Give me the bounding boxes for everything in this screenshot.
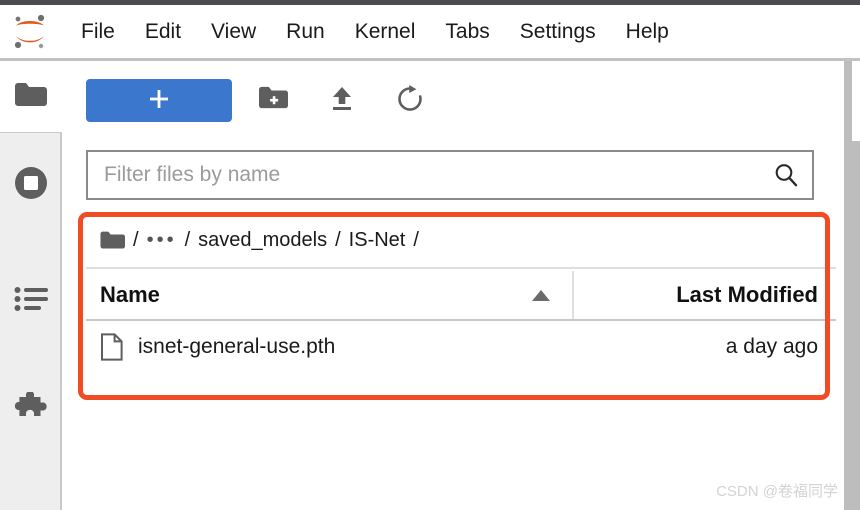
menu-item-run[interactable]: Run [271,21,340,42]
running-terminals-and-kernels-icon [13,165,49,206]
search-icon[interactable] [760,162,812,188]
breadcrumb-separator: / [413,229,419,251]
sidebar-item-running-kernels[interactable] [0,151,62,219]
sort-ascending-icon [532,289,550,301]
menu-item-file[interactable]: File [66,21,130,42]
menu-item-settings[interactable]: Settings [505,21,611,42]
file-icon [100,333,124,361]
breadcrumb-item-saved-models[interactable]: saved_models [198,229,327,252]
breadcrumb: / ••• / saved_models / IS-Net / [86,214,836,269]
file-browser-toolbar [64,64,836,136]
menu-bar: File Edit View Run Kernel Tabs Settings … [0,5,860,61]
file-browser-panel: / ••• / saved_models / IS-Net / Name Las… [64,64,836,510]
new-launcher-button[interactable] [86,78,232,122]
breadcrumb-separator: / [335,229,341,251]
sidebar-item-file-browser[interactable] [0,64,62,132]
refresh-icon [395,84,425,117]
menu-item-edit[interactable]: Edit [130,21,196,42]
menu-item-tabs[interactable]: Tabs [430,21,504,42]
breadcrumb-separator: / [133,229,139,251]
refresh-file-list-button[interactable] [384,78,436,122]
extension-manager-puzzle-icon [13,390,49,431]
filter-files-input[interactable] [88,162,760,188]
table-row[interactable]: isnet-general-use.pth a day ago [86,323,836,371]
breadcrumb-item-is-net[interactable]: IS-Net [349,229,406,252]
file-name-label: isnet-general-use.pth [138,335,336,358]
new-folder-icon [258,86,290,115]
column-header-name[interactable]: Name [86,271,574,319]
new-folder-button[interactable] [248,78,300,122]
jupyter-logo-icon [8,10,52,54]
menu-item-help[interactable]: Help [611,21,684,42]
filter-files-box[interactable] [86,150,814,200]
sidebar-rail-inactive-group [0,132,62,510]
folder-icon [14,82,48,115]
upload-icon [327,85,357,116]
page-scrollbar-thumb-gap [852,61,860,141]
sidebar-item-commands[interactable] [0,267,62,335]
upload-files-button[interactable] [316,78,368,122]
breadcrumb-ellipsis[interactable]: ••• [147,229,177,252]
menu-item-kernel[interactable]: Kernel [340,21,431,42]
file-last-modified-label: a day ago [725,335,818,358]
column-header-last-modified-label: Last Modified [676,282,818,307]
sidebar-item-extension-manager[interactable] [0,377,62,445]
breadcrumb-home-folder-icon[interactable] [100,231,125,251]
breadcrumb-separator: / [184,229,191,251]
left-sidebar-rail [0,64,62,510]
plus-icon [147,87,171,114]
menu-item-view[interactable]: View [196,21,271,42]
column-header-name-label: Name [100,282,160,307]
column-header-last-modified[interactable]: Last Modified [574,271,836,319]
file-table-header: Name Last Modified [86,271,836,321]
commands-list-icon [14,286,48,317]
